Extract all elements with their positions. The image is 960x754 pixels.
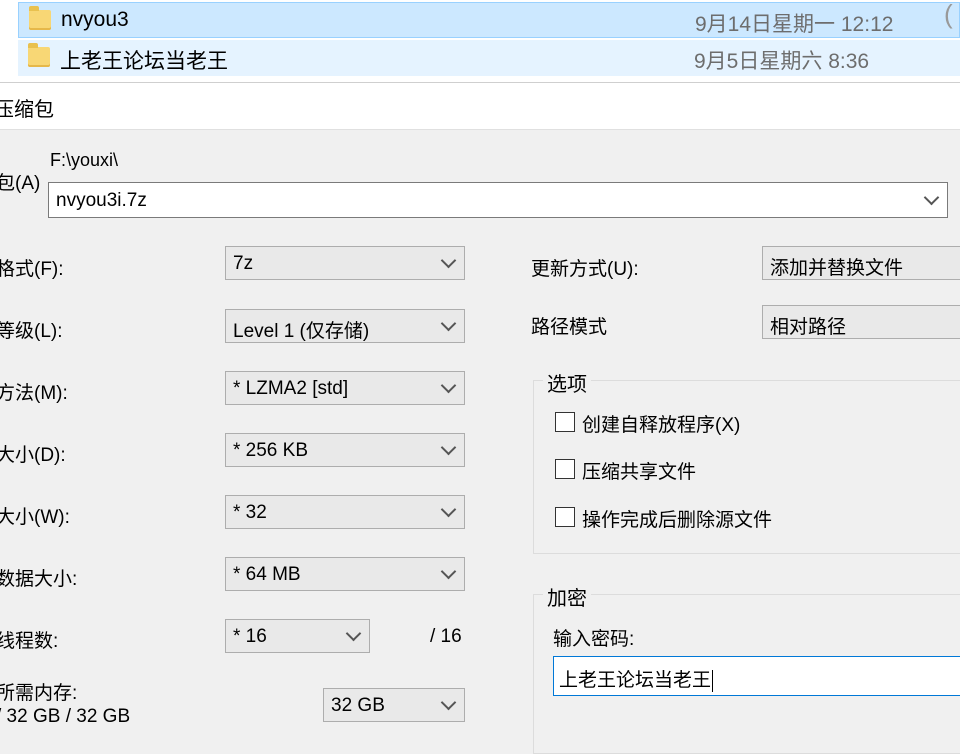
chevron-down-icon xyxy=(440,501,457,518)
file-list: nvyou3 9月14日星期一 12:12 ( 上老王论坛当老王 9月5日星期六… xyxy=(0,0,960,82)
password-text: 上老王论坛当老王 xyxy=(559,665,714,692)
delete-checkbox[interactable] xyxy=(555,507,575,527)
format-value: 7z xyxy=(233,253,254,274)
update-select[interactable]: 添加并替换文件 xyxy=(762,246,960,280)
method-select[interactable]: * LZMA2 [std] xyxy=(225,371,465,405)
threads-value: * 16 xyxy=(233,626,267,647)
archive-name-value: nvyou3i.7z xyxy=(56,190,147,211)
encryption-title: 加密 xyxy=(543,582,591,611)
delete-label: 操作完成后删除源文件 xyxy=(582,510,773,531)
chevron-down-icon xyxy=(440,252,457,269)
memory-select[interactable]: 32 GB xyxy=(323,688,465,722)
format-select[interactable]: 7z xyxy=(225,246,465,280)
method-label: 方法(M): xyxy=(0,383,68,404)
level-value: Level 1 (仅存储) xyxy=(233,321,370,342)
shared-label: 压缩共享文件 xyxy=(582,462,697,483)
word-select[interactable]: * 32 xyxy=(225,495,465,529)
level-select[interactable]: Level 1 (仅存储) xyxy=(225,309,465,343)
chevron-down-icon xyxy=(440,377,457,394)
file-name: nvyou3 xyxy=(61,8,129,31)
threads-max: / 16 xyxy=(430,626,462,647)
chevron-down-icon xyxy=(345,625,362,642)
password-input[interactable]: 上老王论坛当老王 xyxy=(553,656,960,696)
archive-label: 包(A) xyxy=(0,173,41,194)
chevron-down-icon xyxy=(440,315,457,332)
threads-select[interactable]: * 16 xyxy=(225,619,370,653)
file-extra: ( xyxy=(944,0,953,29)
archive-path: F:\youxi\ xyxy=(50,150,119,170)
chevron-down-icon xyxy=(440,439,457,456)
memory-label: 所需内存: xyxy=(0,683,78,704)
password-label: 输入密码: xyxy=(553,629,635,650)
file-date: 9月5日星期六 8:36 xyxy=(694,50,870,73)
folder-icon xyxy=(29,6,51,30)
file-row-laowang[interactable]: 上老王论坛当老王 9月5日星期六 8:36 xyxy=(18,40,960,76)
format-label: 格式(F): xyxy=(0,259,64,280)
chevron-down-icon xyxy=(440,694,457,711)
word-value: * 32 xyxy=(233,502,267,523)
chevron-down-icon xyxy=(440,563,457,580)
password-value: 上老王论坛当老王 xyxy=(559,670,712,691)
update-label: 更新方式(U): xyxy=(531,259,639,280)
solid-select[interactable]: * 64 MB xyxy=(225,557,465,591)
shared-checkbox[interactable] xyxy=(555,459,575,479)
dict-label: 大小(D): xyxy=(0,445,66,466)
folder-icon xyxy=(28,43,50,67)
file-row-nvyou3[interactable]: nvyou3 9月14日星期一 12:12 ( xyxy=(18,0,960,38)
file-name: 上老王论坛当老王 xyxy=(60,50,228,73)
pathmode-label: 路径模式 xyxy=(531,317,608,338)
file-date: 9月14日星期一 12:12 xyxy=(695,13,894,36)
options-title: 选项 xyxy=(543,368,591,397)
pathmode-value: 相对路径 xyxy=(770,317,847,338)
memory-value: 32 GB xyxy=(331,695,385,716)
text-caret xyxy=(712,669,714,692)
solid-label: 数据大小: xyxy=(0,569,78,590)
solid-value: * 64 MB xyxy=(233,564,301,585)
update-value: 添加并替换文件 xyxy=(770,258,904,279)
word-label: 大小(W): xyxy=(0,507,70,528)
dialog-title: 压缩包 xyxy=(0,99,54,121)
archive-name-combo[interactable]: nvyou3i.7z xyxy=(48,182,948,218)
dict-value: * 256 KB xyxy=(233,440,308,461)
chevron-down-icon[interactable] xyxy=(923,189,940,206)
threads-label: 线程数: xyxy=(0,631,59,652)
level-label: 等级(L): xyxy=(0,321,63,342)
dialog-titlebar: 压缩包 xyxy=(0,82,960,130)
memory-detail: / 32 GB / 32 GB xyxy=(0,706,131,727)
sfx-label: 创建自释放程序(X) xyxy=(582,415,741,436)
method-value: * LZMA2 [std] xyxy=(233,378,349,399)
dict-select[interactable]: * 256 KB xyxy=(225,433,465,467)
sfx-checkbox[interactable] xyxy=(555,412,575,432)
pathmode-select[interactable]: 相对路径 xyxy=(762,305,960,339)
